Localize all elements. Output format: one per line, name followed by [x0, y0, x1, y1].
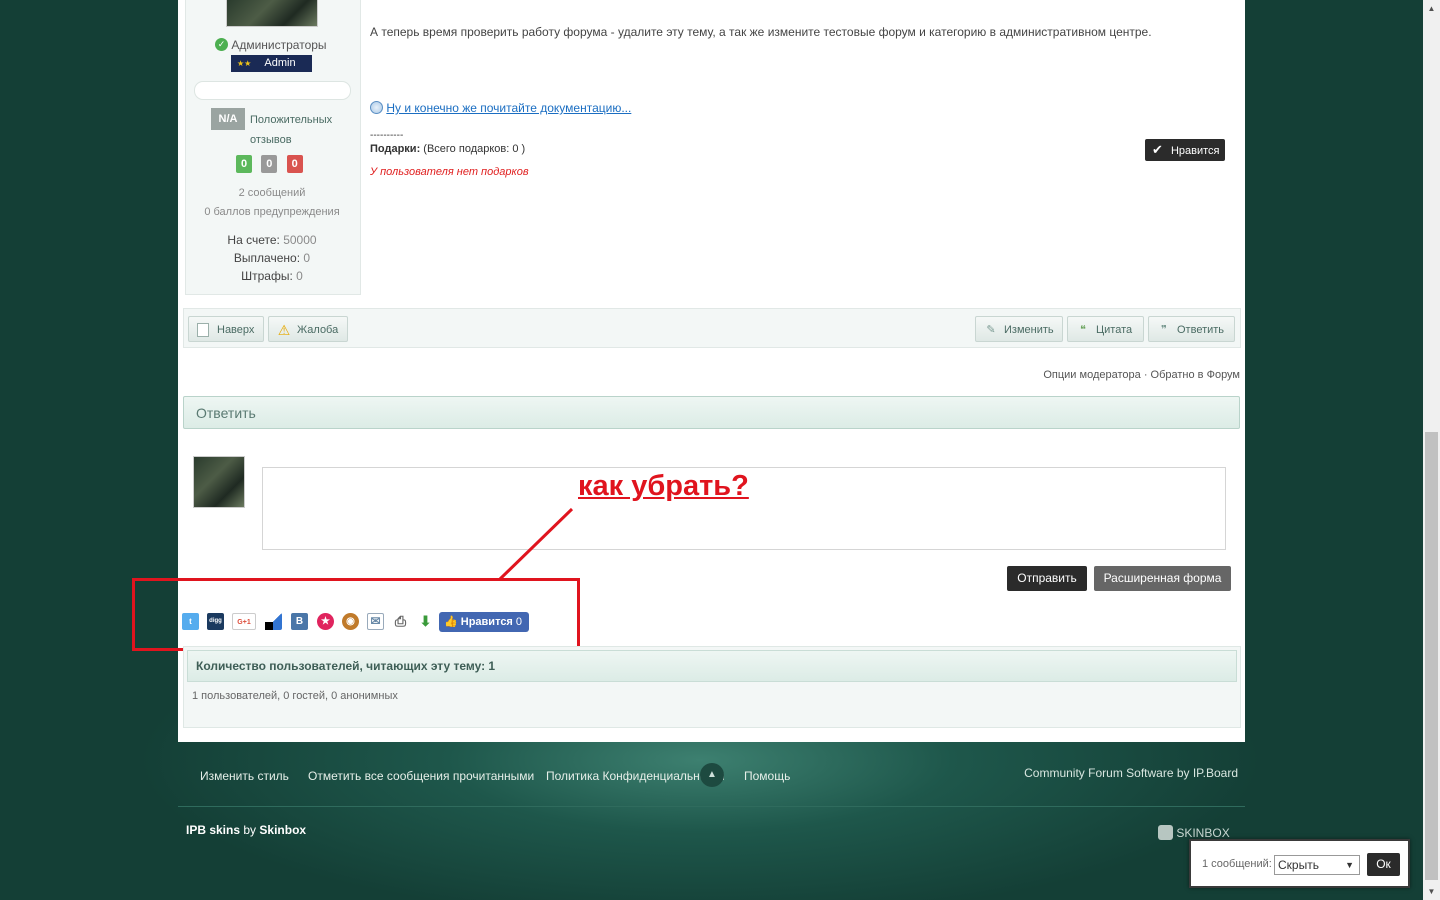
reply-button-label: Ответить — [1177, 324, 1225, 336]
reputation-badge: N/A — [211, 108, 245, 130]
report-button[interactable]: ⚠ Жалоба — [268, 316, 348, 342]
user-info-panel: ✓ Администраторы ★★ Admin N/A Положитель… — [185, 0, 361, 295]
skinbox-cube-icon — [1158, 825, 1173, 841]
reply-header: Ответить — [183, 396, 1240, 429]
scroll-down-arrow-icon[interactable]: ▼ — [1423, 883, 1440, 900]
post-like-button[interactable]: ✔ Нравится — [1145, 139, 1225, 161]
post-count: 2 сообщений — [238, 187, 306, 199]
doc-link-text[interactable]: Ну и конечно же почитайте документацию..… — [386, 101, 631, 115]
change-style-link[interactable]: Изменить стиль — [200, 769, 289, 783]
rank-stars-icon: ★★ — [237, 59, 252, 68]
quote-button-label: Цитата — [1096, 324, 1133, 336]
active-users-title: Количество пользователей, читающих эту т… — [196, 659, 496, 673]
back-to-forum-link[interactable]: Обратно в Форум — [1151, 369, 1240, 381]
account-value: 50000 — [283, 233, 317, 247]
moderator-options-link[interactable]: Опции модератора — [1043, 369, 1140, 381]
active-users-detail: 1 пользователей, 0 гостей, 0 анонимных — [192, 690, 398, 702]
edit-icon: ✎ — [986, 324, 996, 336]
quote-button[interactable]: ❝ Цитата — [1067, 316, 1144, 342]
moderation-ok-button[interactable]: Ок — [1367, 853, 1400, 876]
fines-label: Штрафы: — [241, 269, 293, 283]
ipb-skins-link[interactable]: IPB skins — [186, 823, 240, 837]
scrollbar-thumb[interactable] — [1425, 432, 1438, 880]
moderation-action-select[interactable]: Скрыть ▼ — [1274, 855, 1360, 875]
mark-read-link[interactable]: Отметить все сообщения прочитанными — [308, 769, 534, 783]
send-button[interactable]: Отправить — [1007, 566, 1087, 591]
check-icon: ✓ — [215, 38, 228, 52]
skinbox-logo-text: SKINBOX — [1176, 825, 1230, 840]
reply-button[interactable]: ❞ Ответить — [1148, 316, 1235, 342]
reputation-label: Положительных отзывов — [250, 110, 350, 150]
moderator-links: Опции модератора · Обратно в Форум — [1000, 369, 1240, 381]
neutral-count: 0 — [261, 155, 278, 173]
check-icon: ✔ — [1152, 142, 1163, 157]
scroll-up-arrow-icon[interactable]: ▲ — [1423, 0, 1440, 17]
user-group: ✓ Администраторы — [215, 37, 365, 53]
annotation-box — [132, 578, 580, 651]
rank-label: Admin — [264, 57, 296, 69]
paid-amount: Выплачено: 0 — [186, 251, 358, 265]
account-label: На счете: — [227, 233, 280, 247]
scroll-top-button[interactable]: ▲ — [700, 763, 724, 787]
report-button-label: Жалоба — [297, 324, 339, 336]
moderation-count-label: 1 сообщений: — [1202, 858, 1272, 870]
edit-button[interactable]: ✎ Изменить — [975, 316, 1063, 342]
top-button[interactable]: Наверх — [188, 316, 264, 342]
post-like-label: Нравится — [1170, 145, 1220, 157]
reputation-label-line2: отзывов — [250, 134, 292, 146]
warning-icon: ⚠ — [277, 322, 291, 338]
annotation-text: как убрать? — [578, 470, 749, 502]
post-text: А теперь время проверить работу форума -… — [370, 25, 1152, 39]
account-balance: На счете: 50000 — [186, 233, 358, 247]
moderation-selected-value: Скрыть — [1278, 858, 1319, 872]
privacy-link[interactable]: Политика Конфиденциальности — [546, 769, 725, 783]
help-link[interactable]: Помощь — [744, 769, 790, 783]
separator-dot: · — [1143, 369, 1148, 381]
quote-icon: ❝ — [1080, 324, 1086, 336]
edit-button-label: Изменить — [1004, 324, 1054, 336]
skin-credits: IPB skins by Skinbox — [186, 823, 306, 837]
top-button-label: Наверх — [217, 324, 255, 336]
progress-bar — [194, 81, 351, 100]
post-controls-bar: Наверх ⚠ Жалоба ✎ Изменить ❝ Цитата ❞ От… — [183, 308, 1241, 348]
annotation-arrow — [498, 507, 574, 581]
active-users-header: Количество пользователей, читающих эту т… — [187, 650, 1237, 682]
fines-value: 0 — [296, 269, 303, 283]
doc-link[interactable]: Ну и конечно же почитайте документацию..… — [370, 100, 631, 115]
signature-separator: ---------- — [370, 130, 404, 141]
paid-label: Выплачено: — [233, 251, 301, 265]
warning-points: 0 баллов предупреждения — [204, 206, 340, 218]
page-scrollbar[interactable]: ▲ ▼ — [1423, 0, 1440, 900]
reply-icon: ❞ — [1161, 324, 1167, 336]
reputation-counts: 0 0 0 — [236, 155, 316, 175]
skinbox-link[interactable]: Skinbox — [259, 823, 306, 837]
software-credits[interactable]: Community Forum Software by IP.Board — [1000, 766, 1238, 780]
globe-icon — [370, 101, 383, 115]
reputation-label-line1: Положительных — [250, 114, 333, 126]
advanced-form-button[interactable]: Расширенная форма — [1094, 566, 1231, 591]
page-up-icon — [197, 323, 209, 337]
rank-badge: ★★ Admin — [231, 55, 312, 72]
positive-count: 0 — [236, 155, 252, 173]
reply-title: Ответить — [196, 405, 256, 421]
negative-count: 0 — [286, 155, 303, 173]
author-avatar[interactable] — [226, 0, 318, 27]
gifts-count: (Всего подарков: 0 ) — [423, 143, 526, 155]
gifts-label: Подарки: — [370, 143, 421, 155]
dropdown-arrow-icon: ▼ — [1345, 860, 1354, 870]
by-text: by — [243, 823, 257, 837]
current-user-avatar — [193, 456, 245, 508]
gifts-line: Подарки: (Всего подарков: 0 ) — [370, 143, 525, 155]
fines-amount: Штрафы: 0 — [186, 269, 358, 283]
user-group-label: Администраторы — [231, 37, 327, 52]
no-gifts-notice: У пользователя нет подарков — [370, 166, 529, 178]
footer-divider — [178, 806, 1245, 807]
paid-value: 0 — [303, 251, 311, 265]
moderation-bar: 1 сообщений: Скрыть ▼ Ок — [1189, 839, 1410, 888]
